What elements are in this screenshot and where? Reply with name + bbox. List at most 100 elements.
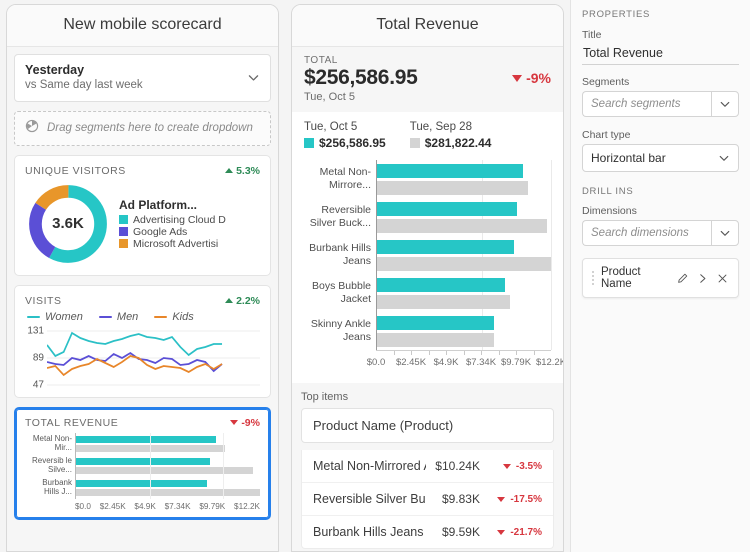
properties-heading: PROPERTIES	[582, 9, 651, 20]
y-tick: 47	[32, 379, 44, 391]
legend-label: Kids	[172, 310, 194, 323]
properties-panel: PROPERTIES Title Total Revenue Segments …	[570, 0, 750, 552]
bar-previous	[377, 218, 547, 233]
summary-row: $256,586.95 -9%	[304, 66, 551, 90]
legend-swatch	[98, 315, 112, 319]
chip-label: Product Name	[601, 266, 641, 290]
dimensions-search-input[interactable]: Search dimensions	[582, 220, 711, 246]
chevron-right-icon[interactable]	[696, 272, 709, 285]
bar-label: Burbank Hills J...	[42, 477, 72, 496]
bar-previous	[377, 256, 551, 271]
comparison-date: Tue, Oct 5	[304, 121, 358, 133]
donut-chart: 3.6K	[25, 181, 111, 267]
summary-delta: -9%	[512, 70, 551, 86]
scorecard-card-unique-visitors[interactable]: UNIQUE VISITORS 5.3% 3.6K Ad Platform...…	[14, 154, 271, 276]
segments-field-label: Segments	[582, 76, 630, 88]
x-tick: $9.79K	[199, 501, 226, 511]
legend-item: Microsoft Advertisi	[119, 238, 260, 250]
bar-chart-plot	[376, 160, 552, 350]
date-range-selector[interactable]: Yesterday vs Same day last week	[14, 54, 271, 102]
dimensions-combobox[interactable]: Search dimensions	[582, 220, 739, 246]
bar-current	[76, 435, 216, 443]
mini-bar-chart: Metal Non-Mir... Reversib le Silve... Bu…	[25, 432, 260, 499]
line-chart-y-axis: 131 89 47	[25, 325, 47, 391]
top-items-label: Top items	[301, 391, 349, 403]
list-item[interactable]: Metal Non-Mirrored Aviator $10.24K -3.5%	[302, 450, 553, 483]
item-delta: -3.5%	[480, 461, 542, 472]
scorecard-card-visits[interactable]: VISITS 2.2% Women Men Kids 131 89 47	[14, 284, 271, 398]
scorecard-preview-column: New mobile scorecard Yesterday vs Same d…	[0, 0, 285, 552]
list-item[interactable]: Burbank Hills Jeans $9.59K -21.7%	[302, 516, 553, 548]
donut-legend: Ad Platform... Advertising Cloud D Googl…	[119, 198, 260, 250]
top-items-dimension-select[interactable]: Product Name (Product)	[301, 408, 554, 443]
legend-label: Microsoft Advertisi	[133, 237, 219, 250]
segments-combobox[interactable]: Search segments	[582, 91, 739, 117]
legend-item: Google Ads	[119, 226, 260, 238]
bar-category-label: Burbank Hills Jeans	[309, 242, 371, 267]
bar-group	[377, 160, 551, 198]
legend-label: Men	[116, 310, 139, 323]
x-tick: $0.0	[366, 357, 386, 368]
bar-group	[76, 433, 260, 455]
title-field-label: Title	[582, 29, 602, 41]
chart-type-select[interactable]: Horizontal bar	[582, 144, 739, 172]
bar-chart-rows: Metal Non-Mirrore... Reversible Silver B…	[298, 160, 552, 350]
title-field-input[interactable]: Total Revenue	[582, 44, 739, 65]
bar-current	[377, 201, 518, 216]
legend-swatch	[119, 227, 128, 237]
x-tick: $2.45K	[99, 501, 126, 511]
visits-line-chart: 131 89 47	[25, 325, 260, 391]
summary-date: Tue, Oct 5	[304, 91, 355, 103]
segment-icon	[25, 119, 39, 138]
top-items-section: Top items Product Name (Product) Metal N…	[292, 383, 563, 551]
comparison-swatch	[304, 138, 314, 148]
card-delta: 5.3%	[225, 165, 260, 177]
chevron-down-icon	[247, 71, 260, 84]
x-tick: $0.0	[75, 501, 91, 511]
summary-delta-value: -9%	[526, 70, 551, 86]
close-icon[interactable]	[716, 272, 729, 285]
legend-label: Google Ads	[133, 225, 188, 238]
comparison-value-row: $256,586.95	[304, 136, 386, 150]
segments-search-input[interactable]: Search segments	[582, 91, 711, 117]
drag-segments-dropzone[interactable]: Drag segments here to create dropdown	[14, 110, 271, 146]
bar-previous	[76, 466, 253, 474]
trend-down-icon	[502, 463, 511, 469]
item-name: Reversible Silver Buckle ...	[313, 492, 426, 506]
comparison-current: Tue, Oct 5 $256,586.95	[304, 121, 386, 150]
chevron-down-icon	[720, 101, 730, 107]
drill-ins-heading: DRILL INS	[582, 186, 634, 197]
mini-bar-x-axis: $0.0 $2.45K $4.9K $7.34K $9.79K $12.2K	[75, 502, 260, 511]
bar-previous	[377, 294, 510, 309]
chart-type-label: Chart type	[582, 129, 631, 141]
line-chart-legend: Women Men Kids	[27, 311, 260, 323]
list-item[interactable]: Reversible Silver Buckle ... $9.83K -17.…	[302, 483, 553, 516]
x-tick: $2.45K	[395, 357, 427, 368]
revenue-summary: TOTAL $256,586.95 -9% Tue, Oct 5	[292, 47, 563, 112]
trend-up-icon	[225, 298, 234, 304]
drag-handle-icon[interactable]	[592, 271, 594, 285]
bar-group	[377, 236, 551, 274]
segments-dropdown-button[interactable]	[711, 91, 739, 117]
y-tick: 89	[32, 352, 44, 364]
bar-current	[76, 479, 207, 487]
item-delta: -17.5%	[480, 494, 542, 505]
item-delta-value: -17.5%	[510, 493, 542, 505]
drill-in-chip-product-name[interactable]: Product Name	[582, 258, 739, 298]
card-delta-value: 5.3%	[236, 164, 260, 177]
pencil-icon[interactable]	[676, 272, 689, 285]
comparison-row: Tue, Oct 5 $256,586.95 Tue, Sep 28 $281,…	[292, 112, 563, 156]
dimensions-dropdown-button[interactable]	[711, 220, 739, 246]
revenue-preview-column: Total Revenue TOTAL $256,586.95 -9% Tue,…	[285, 0, 570, 552]
item-delta-value: -21.7%	[510, 526, 542, 538]
bar-group	[377, 312, 551, 350]
bar-label: Metal Non-Mir...	[32, 433, 72, 452]
legend-swatch	[27, 315, 40, 319]
x-tick: $12.2K	[234, 501, 260, 511]
bar-current	[76, 457, 211, 465]
bar-chart-x-ticks: $0.0 $2.45K $4.9K $7.34K $9.79K $12.2K	[367, 351, 563, 381]
card-metric-label: UNIQUE VISITORS	[25, 164, 126, 177]
scorecard-card-total-revenue[interactable]: TOTAL REVENUE -9% Metal Non-Mir... Rever…	[14, 406, 271, 520]
scorecard-body: Yesterday vs Same day last week Drag seg…	[7, 47, 278, 551]
trend-up-icon	[225, 168, 234, 174]
